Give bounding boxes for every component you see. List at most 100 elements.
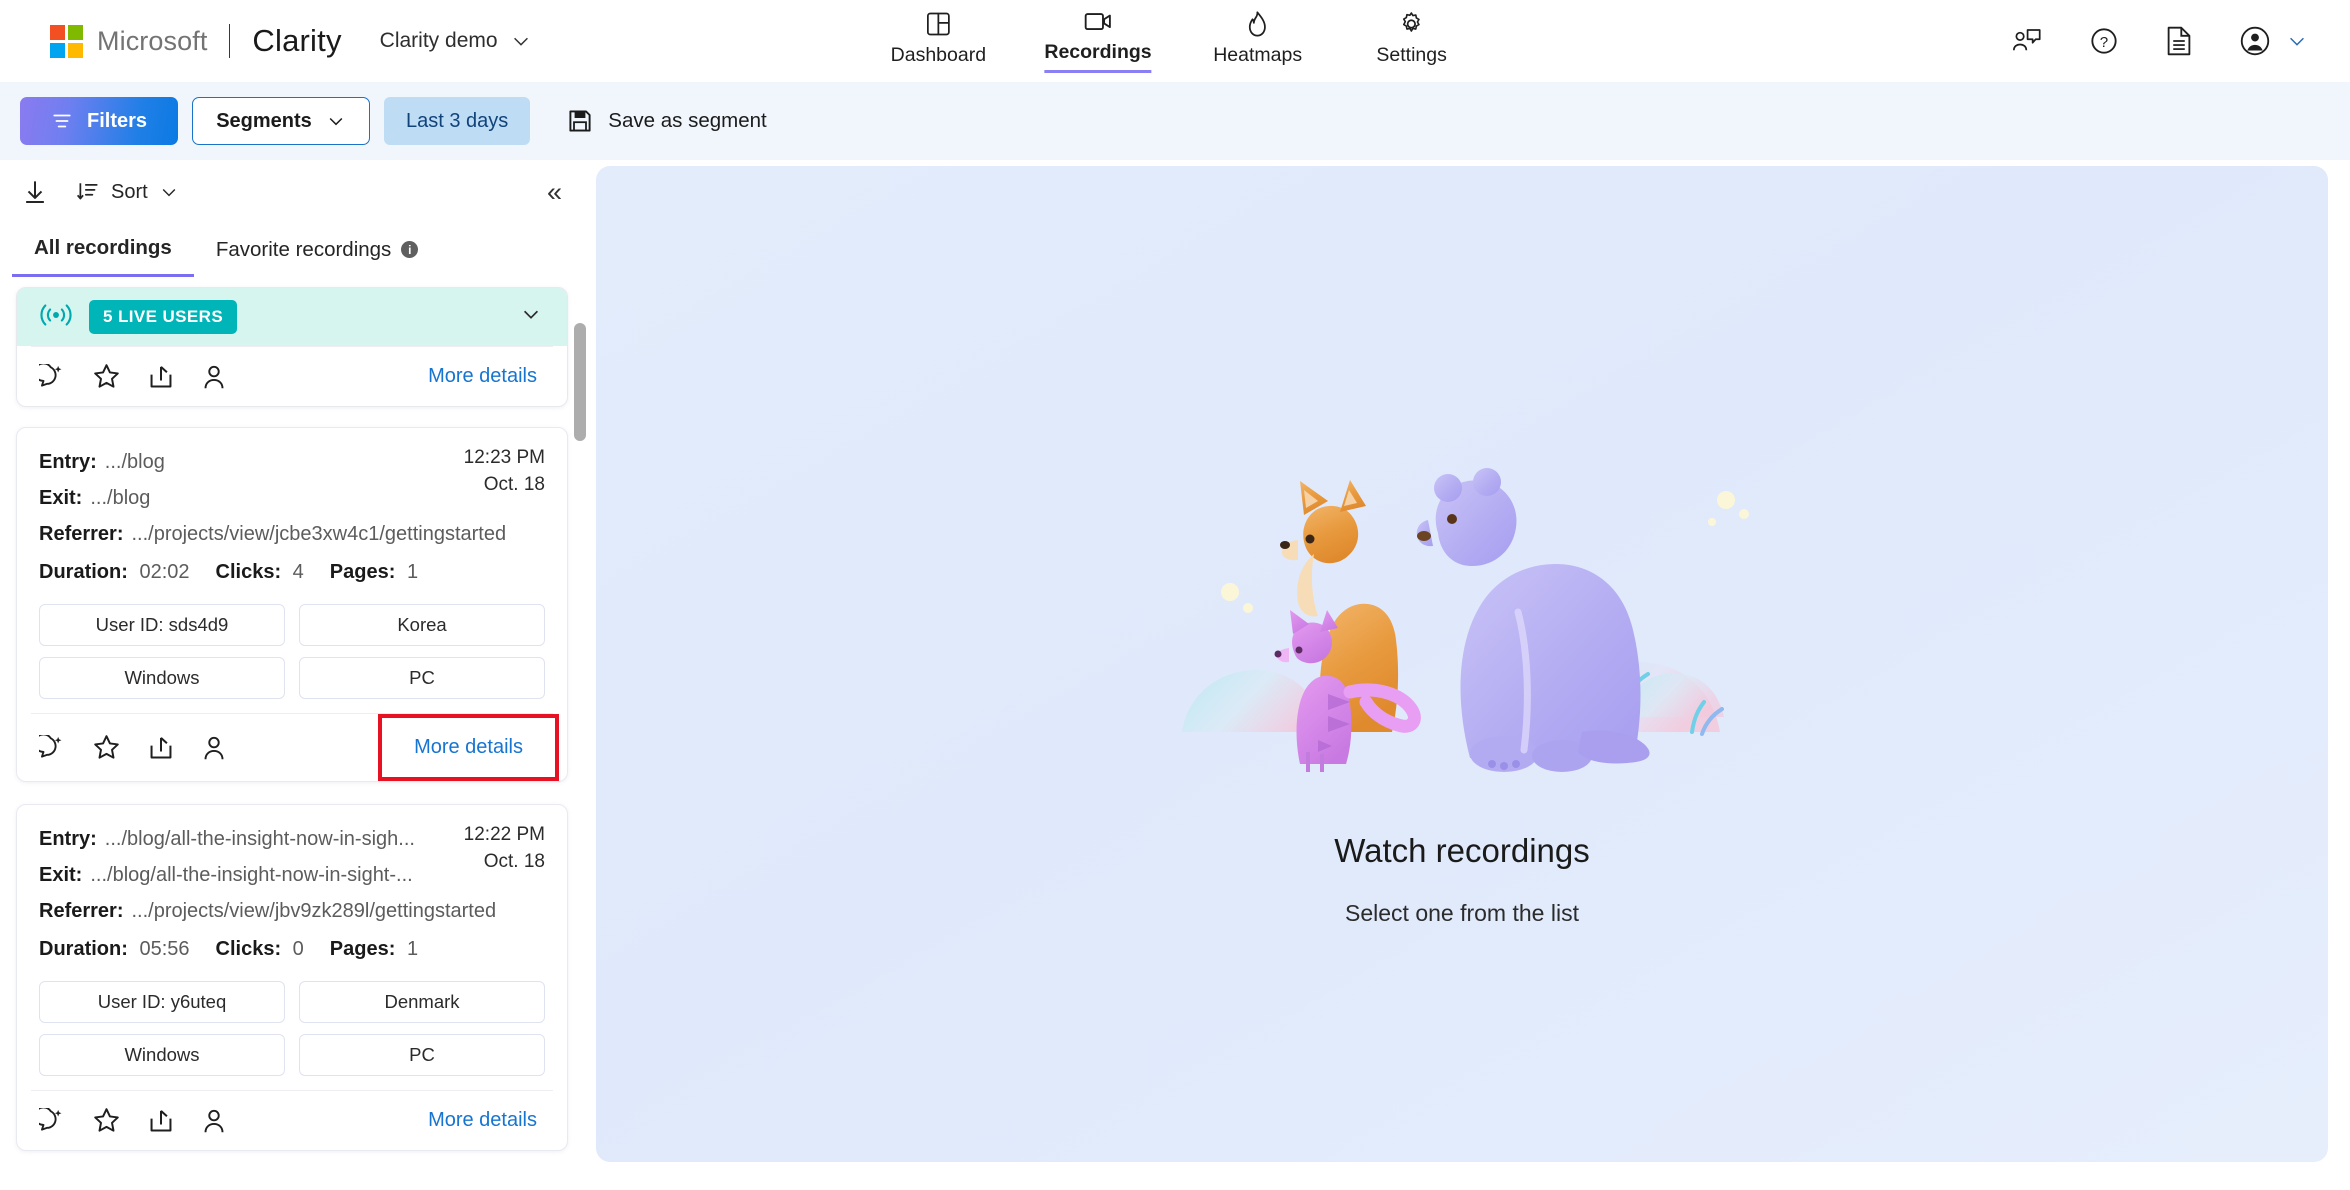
recording-date: Oct. 18 bbox=[464, 848, 545, 875]
chevron-down-icon bbox=[2284, 30, 2310, 52]
info-icon[interactable]: i bbox=[401, 241, 418, 258]
header-actions: ? bbox=[2012, 26, 2322, 56]
favorite-star-icon[interactable] bbox=[93, 1107, 120, 1134]
tab-favorite-recordings[interactable]: Favorite recordings i bbox=[194, 224, 440, 277]
sort-label: Sort bbox=[111, 181, 148, 204]
entry-value: .../blog/all-the-insight-now-in-sigh... bbox=[105, 821, 415, 857]
filter-toolbar: Filters Segments Last 3 days Save as seg… bbox=[0, 82, 2350, 160]
pages-label: Pages: bbox=[330, 938, 396, 960]
product-brand: Clarity bbox=[252, 23, 341, 59]
recordings-scrollbar[interactable] bbox=[574, 323, 586, 1190]
empty-state-panel: Watch recordings Select one from the lis… bbox=[596, 166, 2328, 1162]
recording-viewer: Watch recordings Select one from the lis… bbox=[590, 160, 2350, 1190]
pages-label: Pages: bbox=[330, 561, 396, 583]
save-as-segment-button[interactable]: Save as segment bbox=[568, 109, 766, 133]
docs-icon[interactable] bbox=[2166, 26, 2192, 56]
microsoft-logo[interactable]: Microsoft bbox=[50, 25, 207, 58]
favorite-star-icon[interactable] bbox=[93, 734, 120, 761]
clicks-label: Clicks: bbox=[216, 938, 282, 960]
nav-tab-heatmaps[interactable]: Heatmaps bbox=[1210, 9, 1306, 76]
recording-chips: User ID: y6uteq Denmark Windows PC bbox=[39, 981, 545, 1076]
sort-control[interactable]: Sort bbox=[76, 180, 179, 204]
sidebar-tabs: All recordings Favorite recordings i bbox=[0, 224, 590, 277]
clicks-stat: Clicks: 0 bbox=[216, 929, 304, 969]
help-icon[interactable]: ? bbox=[2090, 27, 2118, 55]
ai-insights-icon[interactable] bbox=[39, 1108, 65, 1134]
live-more-details-link[interactable]: More details bbox=[420, 361, 545, 392]
recordings-list[interactable]: 5 LIVE USERS bbox=[0, 277, 590, 1190]
live-users-header[interactable]: 5 LIVE USERS bbox=[17, 288, 567, 346]
download-icon[interactable] bbox=[22, 179, 48, 205]
exit-row: Exit: .../blog bbox=[39, 480, 452, 516]
collapse-panel-icon[interactable]: « bbox=[547, 179, 568, 206]
project-selector[interactable]: Clarity demo bbox=[380, 29, 532, 53]
app-header: Microsoft Clarity Clarity demo Dashboard bbox=[0, 0, 2350, 82]
pages-stat: Pages: 1 bbox=[330, 929, 418, 969]
nav-tab-recordings[interactable]: Recordings bbox=[1044, 6, 1151, 76]
ai-insights-icon[interactable] bbox=[39, 364, 65, 390]
filters-button[interactable]: Filters bbox=[20, 97, 178, 145]
sort-icon bbox=[76, 180, 100, 204]
share-icon[interactable] bbox=[148, 1108, 174, 1134]
duration-stat: Duration: 02:02 bbox=[39, 552, 190, 592]
live-card-actions: More details bbox=[17, 347, 567, 406]
referrer-value: .../projects/view/jbv9zk289l/gettingstar… bbox=[131, 893, 496, 929]
sidebar-toolbar: Sort « bbox=[0, 160, 590, 224]
date-range-chip[interactable]: Last 3 days bbox=[384, 97, 530, 145]
recording-timestamp: 12:22 PM Oct. 18 bbox=[452, 821, 545, 875]
chip-device: PC bbox=[299, 657, 545, 699]
svg-text:?: ? bbox=[2100, 34, 2108, 51]
duration-stat: Duration: 05:56 bbox=[39, 929, 190, 969]
chevron-down-icon bbox=[159, 182, 179, 202]
recording-card-body: Entry: .../blog/all-the-insight-now-in-s… bbox=[17, 821, 567, 1090]
recording-date: Oct. 18 bbox=[464, 471, 545, 498]
live-users-card: 5 LIVE USERS bbox=[16, 287, 568, 407]
nav-tab-settings[interactable]: Settings bbox=[1364, 9, 1460, 76]
chip-device: PC bbox=[299, 1034, 545, 1076]
user-icon[interactable] bbox=[202, 1108, 226, 1134]
account-menu[interactable] bbox=[2240, 26, 2310, 56]
segments-button[interactable]: Segments bbox=[192, 97, 370, 145]
favorite-star-icon[interactable] bbox=[93, 363, 120, 390]
exit-value: .../blog bbox=[90, 480, 150, 516]
ai-insights-icon[interactable] bbox=[39, 735, 65, 761]
recording-card[interactable]: Entry: .../blog Exit: .../blog 12:23 PM … bbox=[16, 427, 568, 782]
filters-label: Filters bbox=[87, 110, 147, 133]
user-icon[interactable] bbox=[202, 364, 226, 390]
empty-state-title: Watch recordings bbox=[1334, 832, 1590, 870]
recording-time: 12:22 PM bbox=[464, 821, 545, 848]
chip-user-id: User ID: sds4d9 bbox=[39, 604, 285, 646]
tab-all-recordings[interactable]: All recordings bbox=[12, 224, 194, 277]
scrollbar-thumb[interactable] bbox=[574, 323, 586, 441]
save-disk-icon bbox=[568, 109, 592, 133]
recording-card[interactable]: Entry: .../blog/all-the-insight-now-in-s… bbox=[16, 804, 568, 1151]
share-icon[interactable] bbox=[148, 735, 174, 761]
more-details-link[interactable]: More details bbox=[392, 728, 545, 767]
entry-label: Entry: bbox=[39, 444, 97, 480]
user-icon[interactable] bbox=[202, 735, 226, 761]
nav-tab-dashboard[interactable]: Dashboard bbox=[890, 9, 986, 76]
nav-tab-label: Settings bbox=[1376, 44, 1446, 73]
more-details-link[interactable]: More details bbox=[420, 1105, 545, 1136]
exit-label: Exit: bbox=[39, 857, 82, 893]
flame-icon bbox=[1246, 9, 1270, 39]
chip-user-id: User ID: y6uteq bbox=[39, 981, 285, 1023]
recording-card-actions: More details bbox=[17, 1091, 567, 1150]
entry-value: .../blog bbox=[105, 444, 165, 480]
page-body: Sort « All recordings Favorite recording… bbox=[0, 160, 2350, 1190]
share-icon[interactable] bbox=[148, 364, 174, 390]
duration-value: 02:02 bbox=[139, 561, 189, 583]
feedback-icon[interactable] bbox=[2012, 28, 2042, 54]
referrer-label: Referrer: bbox=[39, 516, 123, 552]
duration-label: Duration: bbox=[39, 561, 128, 583]
entry-label: Entry: bbox=[39, 821, 97, 857]
chevron-down-icon[interactable] bbox=[517, 303, 545, 331]
segments-label: Segments bbox=[216, 110, 312, 133]
nav-tab-label: Recordings bbox=[1044, 41, 1151, 73]
project-name: Clarity demo bbox=[380, 29, 498, 53]
exit-row: Exit: .../blog/all-the-insight-now-in-si… bbox=[39, 857, 452, 893]
microsoft-wordmark: Microsoft bbox=[97, 26, 207, 57]
chip-country: Denmark bbox=[299, 981, 545, 1023]
entry-row: Entry: .../blog/all-the-insight-now-in-s… bbox=[39, 821, 452, 857]
pages-value: 1 bbox=[407, 938, 418, 960]
